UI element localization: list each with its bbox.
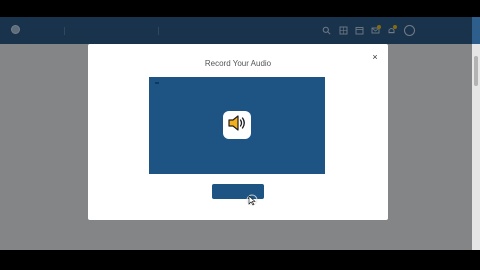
page-scrollbar[interactable] (472, 44, 480, 250)
recording-stage (149, 77, 325, 174)
mouse-cursor-icon (246, 193, 258, 206)
close-icon: × (372, 52, 378, 62)
speaker-tile (223, 111, 251, 139)
video-frame: Record Your Audio × (0, 0, 480, 270)
stage-tag (155, 82, 159, 84)
letterbox-top (0, 0, 480, 17)
modal-title: Record Your Audio (204, 59, 272, 68)
speaker-icon (227, 114, 247, 137)
record-audio-modal: Record Your Audio × (88, 44, 388, 220)
close-button[interactable]: × (370, 52, 380, 62)
scrollbar-thumb[interactable] (474, 56, 478, 86)
letterbox-bottom (0, 250, 480, 270)
